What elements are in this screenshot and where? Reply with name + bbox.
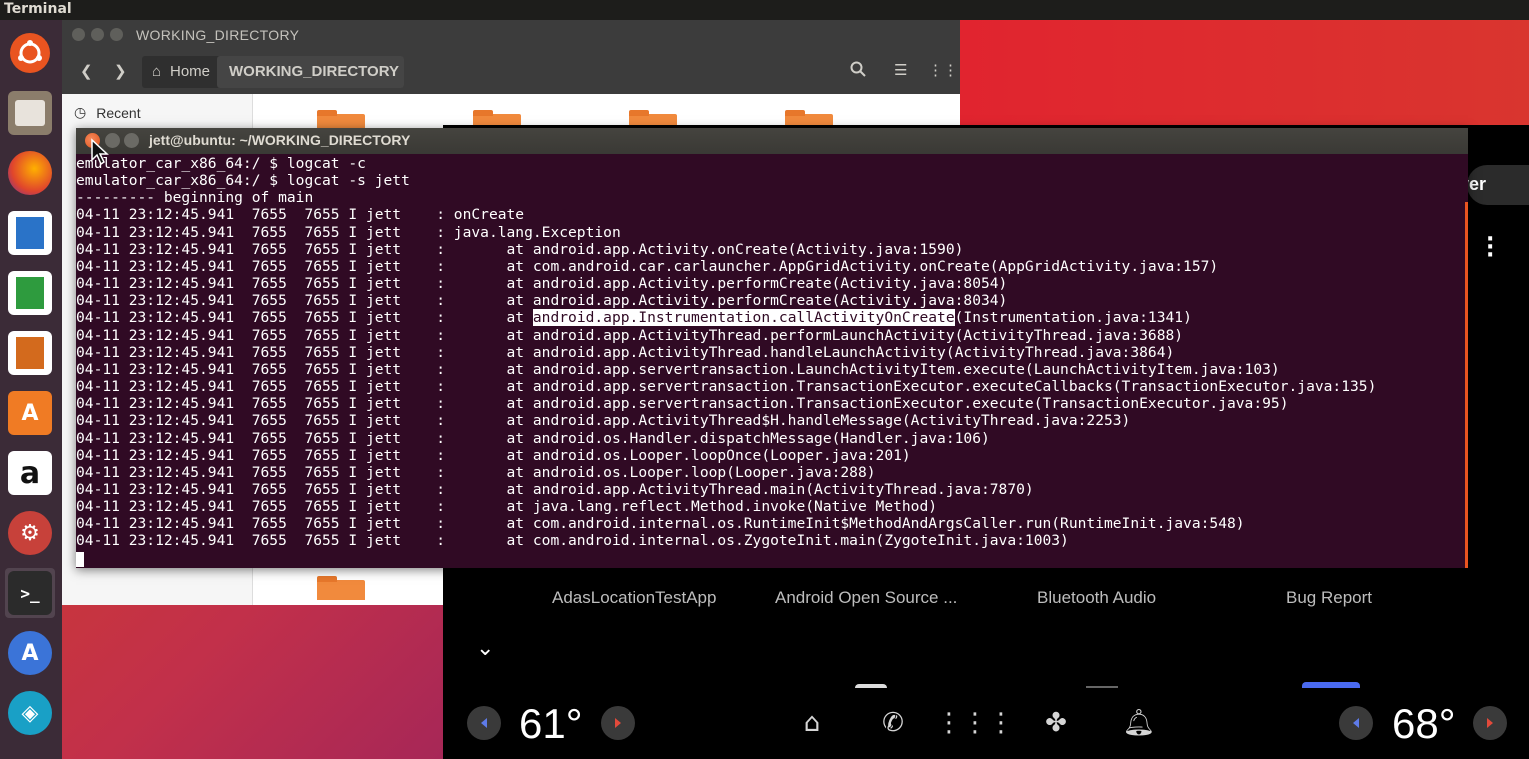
temp-right: 68°: [1392, 700, 1456, 747]
emulator-top-area: [960, 20, 1529, 125]
app-label[interactable]: Bug Report: [1286, 588, 1372, 608]
terminal-line: 04-11 23:12:45.941 7655 7655 I jett : at…: [76, 480, 1034, 498]
android-studio-icon[interactable]: A: [5, 628, 55, 678]
app-grid-icon[interactable]: ⋮⋮⋮: [936, 708, 1014, 738]
file-manager-toolbar: ❮ ❯ ⌂ Home WORKING_DIRECTORY ☰ ⋮⋮: [62, 52, 960, 94]
terminal-lines: emulator_car_x86_64:/ $ logcat -c emulato…: [76, 155, 1464, 309]
folder-icon[interactable]: [317, 576, 365, 600]
terminal-line: 04-11 23:12:45.941 7655 7655 I jett : at…: [76, 463, 876, 481]
terminal-line: 04-11 23:12:45.941 7655 7655 I jett : at…: [76, 515, 1245, 533]
app-label[interactable]: Android Open Source ...: [775, 588, 957, 608]
terminal-line: --------- beginning of main: [76, 189, 314, 207]
search-icon[interactable]: [850, 61, 866, 81]
home-icon[interactable]: ⌂: [152, 63, 161, 80]
minimize-button[interactable]: [91, 28, 104, 41]
temp-left-down-button[interactable]: [467, 706, 501, 740]
grid-view-icon[interactable]: ⋮⋮: [928, 61, 958, 79]
maximize-button[interactable]: [124, 133, 139, 148]
terminal-line: 04-11 23:12:45.941 7655 7655 I jett : at…: [76, 378, 1377, 396]
mouse-pointer-icon: [91, 138, 109, 166]
software-icon[interactable]: A: [5, 388, 55, 438]
firefox-icon[interactable]: [5, 148, 55, 198]
sidebar-item-label: Recent: [96, 104, 141, 121]
app-label[interactable]: Bluetooth Audio: [1037, 588, 1156, 608]
terminal-line: 04-11 23:12:45.941 7655 7655 I jett : at…: [76, 292, 1008, 310]
file-manager-title: WORKING_DIRECTORY: [136, 27, 300, 43]
terminal-line: 04-11 23:12:45.941 7655 7655 I jett : at…: [76, 360, 1280, 378]
files-icon[interactable]: [5, 88, 55, 138]
chevron-down-icon[interactable]: ⌄: [476, 636, 494, 661]
terminal-line: emulator_car_x86_64:/ $ logcat -s jett: [76, 172, 410, 190]
maximize-button[interactable]: [110, 28, 123, 41]
terminal-line: 04-11 23:12:45.941 7655 7655 I jett : at…: [76, 395, 1289, 413]
terminal-icon[interactable]: >_: [5, 568, 55, 618]
writer-icon[interactable]: [5, 208, 55, 258]
selected-text[interactable]: android.app.Instrumentation.callActivity…: [532, 309, 955, 327]
terminal-line: 04-11 23:12:45.941 7655 7655 I jett : at…: [76, 240, 964, 258]
scroll-indicator: [855, 684, 887, 688]
terminal-line: 04-11 23:12:45.941 7655 7655 I jett : at…: [76, 275, 1008, 293]
breadcrumb-home[interactable]: Home: [170, 63, 210, 80]
terminal-line: 04-11 23:12:45.941 7655 7655 I jett : at…: [76, 532, 1069, 550]
temp-right-down-button[interactable]: [1339, 706, 1373, 740]
terminal-line: 04-11 23:12:45.941 7655 7655 I jett : at…: [76, 429, 990, 447]
emulator-partial-button[interactable]: ver: [1459, 165, 1529, 205]
calc-icon[interactable]: [5, 268, 55, 318]
temp-right-up-button[interactable]: [1473, 706, 1507, 740]
terminal-line-highlighted: 04-11 23:12:45.941 7655 7655 I jett : at…: [76, 309, 1192, 327]
list-view-icon[interactable]: ☰: [894, 61, 907, 79]
sidebar-item-recent[interactable]: ◷ Recent: [74, 104, 141, 121]
more-options-icon[interactable]: · · ·: [1486, 229, 1494, 267]
terminal-line: 04-11 23:12:45.941 7655 7655 I jett : ja…: [76, 223, 621, 241]
impress-icon[interactable]: [5, 328, 55, 378]
launcher: A a ⚙ >_ A ◈: [0, 20, 62, 759]
amazon-icon[interactable]: a: [5, 448, 55, 498]
back-icon[interactable]: ❮: [80, 62, 93, 80]
terminal-title: jett@ubuntu: ~/WORKING_DIRECTORY: [149, 132, 411, 148]
terminal-line: 04-11 23:12:45.941 7655 7655 I jett : at…: [76, 257, 1219, 275]
settings-icon[interactable]: ⚙: [5, 508, 55, 558]
app-label[interactable]: AdasLocationTestApp: [552, 588, 716, 608]
scroll-indicator: [1086, 686, 1118, 688]
terminal-line: 04-11 23:12:45.941 7655 7655 I jett : at…: [76, 412, 1131, 430]
home-icon[interactable]: ⌂: [797, 708, 827, 738]
forward-icon[interactable]: ❯: [114, 62, 127, 80]
phone-icon[interactable]: ✆: [878, 708, 908, 738]
clock-icon: ◷: [74, 104, 87, 120]
ubuntu-dash-icon[interactable]: [5, 28, 55, 78]
temp-left: 61°: [519, 700, 583, 747]
close-button[interactable]: [72, 28, 85, 41]
terminal-line: 04-11 23:12:45.941 7655 7655 I jett : at…: [76, 343, 1175, 361]
top-panel: Terminal: [0, 0, 1529, 20]
text-cursor: [76, 551, 84, 567]
breadcrumb: ⌂ Home WORKING_DIRECTORY: [142, 56, 404, 88]
terminal-lines: 04-11 23:12:45.941 7655 7655 I jett : at…: [76, 327, 1464, 550]
terminal-window: jett@ubuntu: ~/WORKING_DIRECTORY emulato…: [76, 128, 1468, 568]
fan-icon[interactable]: ✤: [1041, 708, 1071, 738]
bell-icon[interactable]: 🔔︎: [1123, 708, 1156, 738]
active-app-name: Terminal: [4, 1, 72, 17]
cursor-line: [76, 550, 1464, 567]
terminal-titlebar: jett@ubuntu: ~/WORKING_DIRECTORY: [76, 128, 1468, 154]
terminal-line: 04-11 23:12:45.941 7655 7655 I jett : at…: [76, 498, 938, 516]
scroll-indicator: [1302, 682, 1360, 688]
terminal-line: 04-11 23:12:45.941 7655 7655 I jett : at…: [76, 446, 911, 464]
temp-left-up-button[interactable]: [601, 706, 635, 740]
file-manager-titlebar: WORKING_DIRECTORY: [62, 20, 960, 52]
terminal-output[interactable]: emulator_car_x86_64:/ $ logcat -c emulato…: [76, 155, 1464, 568]
remote-app-icon[interactable]: ◈: [5, 688, 55, 738]
breadcrumb-current[interactable]: WORKING_DIRECTORY: [229, 63, 399, 80]
terminal-line: 04-11 23:12:45.941 7655 7655 I jett : on…: [76, 206, 525, 224]
terminal-scrollbar[interactable]: [1465, 202, 1468, 568]
terminal-line: 04-11 23:12:45.941 7655 7655 I jett : at…: [76, 326, 1184, 344]
terminal-line: emulator_car_x86_64:/ $ logcat -c: [76, 155, 366, 172]
